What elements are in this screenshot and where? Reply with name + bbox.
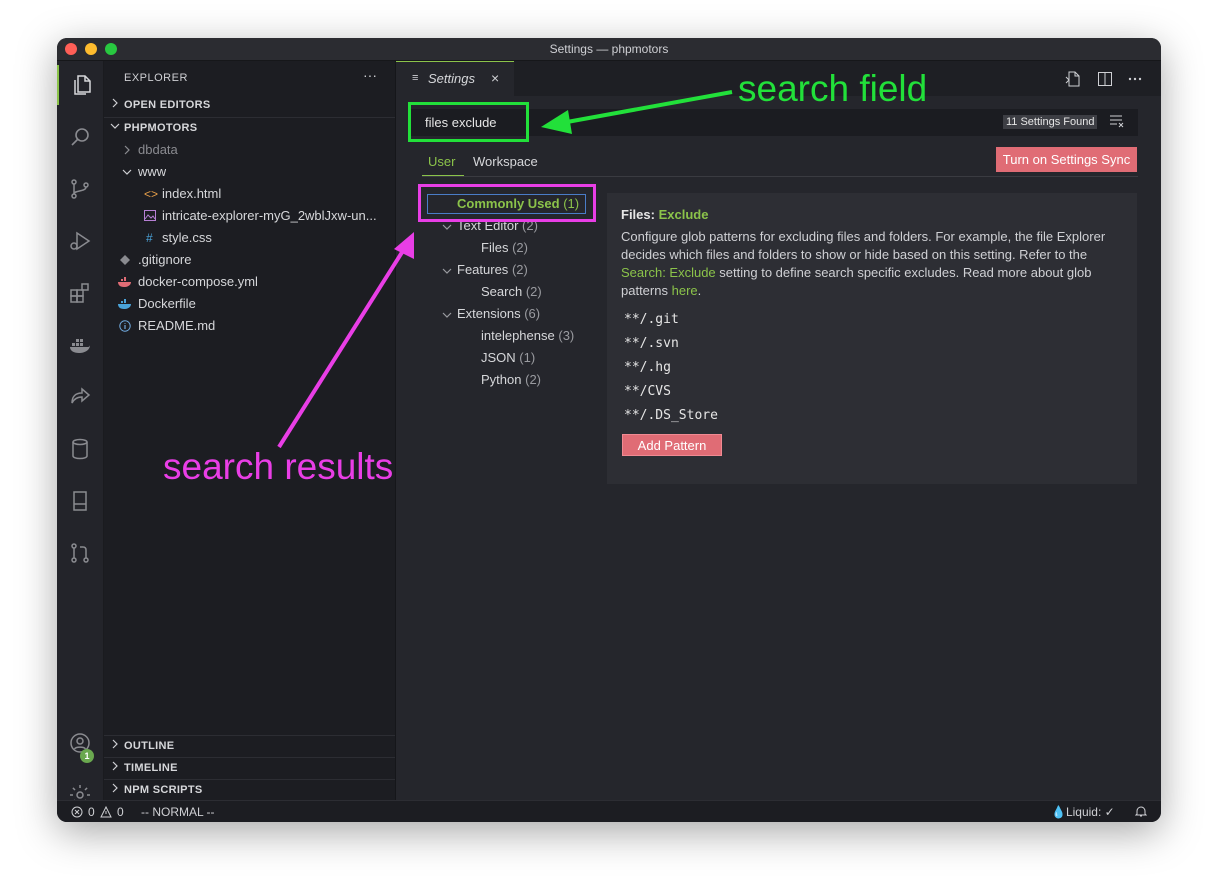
green-arrow-line xyxy=(555,90,733,126)
pink-arrowhead xyxy=(394,232,414,259)
search-field-annotation: search field xyxy=(738,68,928,109)
green-arrowhead xyxy=(541,110,572,134)
search-results-annotation: search results xyxy=(163,446,394,487)
pink-arrow-line xyxy=(277,244,408,449)
